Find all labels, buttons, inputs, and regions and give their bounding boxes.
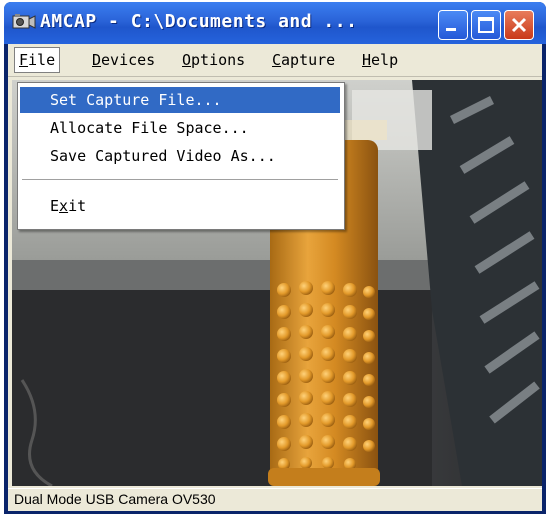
menu-file-mnemonic: F — [19, 51, 29, 69]
menu-save-captured-video-as[interactable]: Save Captured Video As... — [20, 143, 340, 169]
minimize-button[interactable] — [438, 10, 468, 40]
close-icon — [511, 17, 527, 33]
menu-capture[interactable]: Capture — [268, 48, 339, 72]
menu-devices[interactable]: Devices — [88, 48, 159, 72]
menu-capture-rest: apture — [281, 51, 336, 69]
menu-devices-rest: evices — [101, 51, 156, 69]
menu-exit-post: it — [68, 197, 87, 215]
menu-options[interactable]: Options — [178, 48, 249, 72]
menu-exit[interactable]: Exit — [20, 193, 340, 219]
menu-separator — [22, 179, 338, 181]
title-bar[interactable]: AMCAP - C:\Documents and ... — [4, 2, 546, 44]
menu-file[interactable]: File — [14, 47, 61, 73]
status-bar: Dual Mode USB Camera OV530 — [8, 488, 542, 511]
maximize-button[interactable] — [471, 10, 501, 40]
menu-exit-pre: E — [50, 197, 60, 215]
menu-set-capture-file[interactable]: Set Capture File... — [20, 87, 340, 113]
camera-icon[interactable] — [12, 12, 36, 32]
menu-file-rest: ile — [28, 51, 56, 69]
file-menu-dropdown: Set Capture File... Allocate File Space.… — [17, 82, 345, 230]
menu-options-mnemonic: O — [182, 51, 192, 69]
maximize-icon — [478, 17, 494, 33]
menu-exit-mnemonic: x — [59, 197, 69, 215]
menu-devices-mnemonic: D — [92, 51, 102, 69]
minimize-icon — [446, 28, 456, 31]
menu-options-rest: ptions — [191, 51, 246, 69]
menu-capture-mnemonic: C — [272, 51, 282, 69]
amcap-window: AMCAP - C:\Documents and ... File Device… — [4, 2, 546, 514]
menu-bar: File Devices Options Capture Help — [8, 44, 542, 77]
menu-help-mnemonic: H — [362, 51, 372, 69]
menu-help[interactable]: Help — [358, 48, 402, 72]
window-title: AMCAP - C:\Documents and ... — [40, 11, 358, 32]
status-text: Dual Mode USB Camera OV530 — [14, 491, 216, 507]
menu-help-rest: elp — [371, 51, 399, 69]
menu-allocate-file-space[interactable]: Allocate File Space... — [20, 115, 340, 141]
close-button[interactable] — [504, 10, 534, 40]
